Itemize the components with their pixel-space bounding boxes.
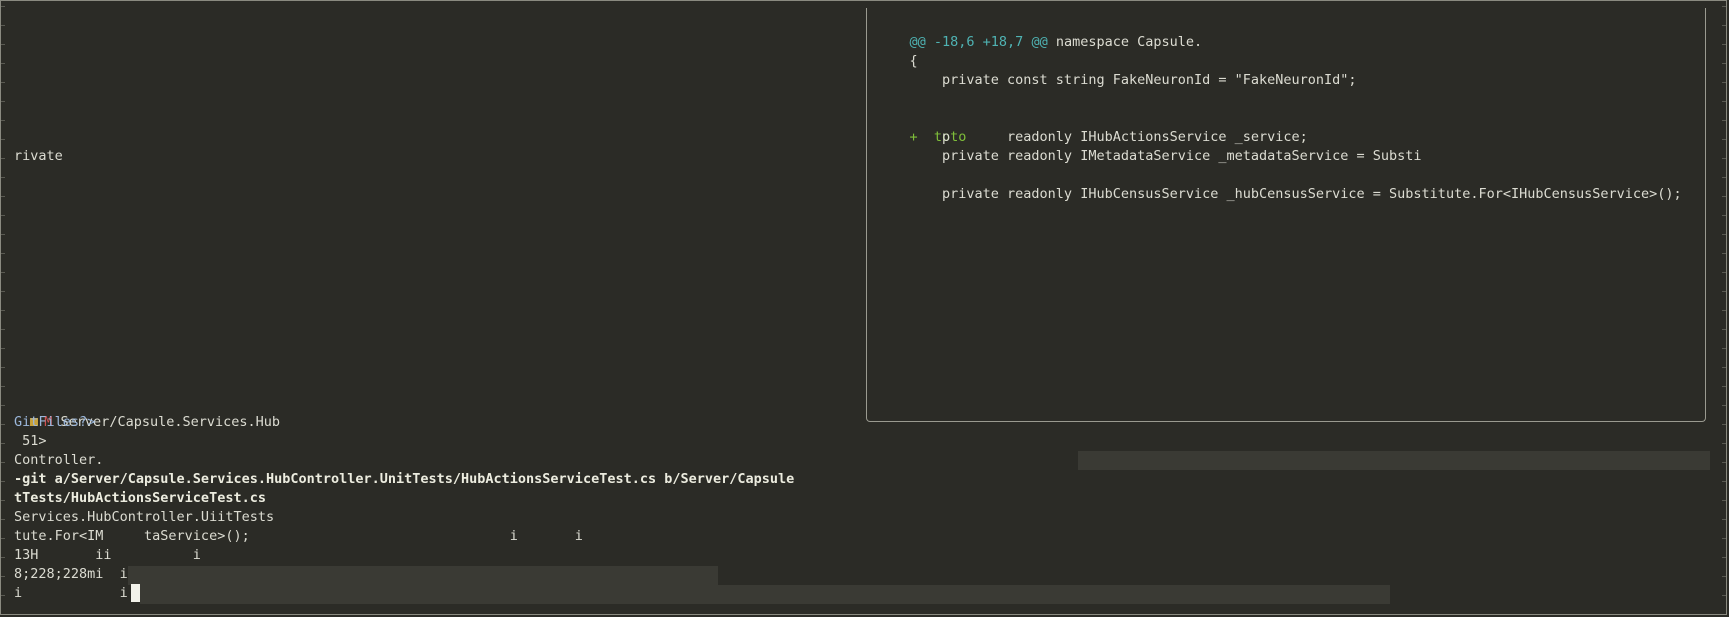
hunk-marker-close: @@ (1031, 34, 1048, 50)
diff-line-added: + toto (877, 109, 967, 145)
diff-header-line-2: tTests/HubActionsServiceTest.cs (14, 490, 266, 506)
escape-text: 8;228;228mi i (14, 566, 128, 582)
left-gutter (1, 6, 5, 606)
status-line: M Server/Capsule.Services.Hub (14, 394, 280, 430)
gitfiles-link[interactable]: GitFiles?> (14, 413, 95, 432)
right-gutter (1722, 6, 1726, 606)
controller-text: Controller. (14, 452, 104, 468)
services-text: Services.HubController.UiitTests (14, 509, 275, 525)
diff-line-fake-neuron: private const string FakeNeuronId = "Fak… (877, 72, 1357, 88)
h13-text: 13H ii i (14, 547, 201, 563)
hunk-range: -18,6 +18,7 (925, 34, 1032, 50)
highlight-band-2 (128, 566, 718, 585)
diff-line-metadata: private readonly IMetadataService _metad… (877, 148, 1422, 164)
text-rivate: rivate (14, 148, 63, 164)
diff-line-service: p readonly IHubActionsService _service; (877, 129, 1308, 145)
hunk-marker-open: @@ (909, 34, 926, 50)
count-text: 51> (14, 433, 47, 449)
hunk-header: @@ -18,6 +18,7 @@ namespace Capsule. (877, 14, 1203, 50)
diff-preview-popup: @@ -18,6 +18,7 @@ namespace Capsule. { p… (866, 8, 1706, 422)
last-text: i i (14, 585, 128, 601)
highlight-band-1 (1078, 451, 1710, 470)
highlight-band-3 (140, 585, 1390, 604)
terminal-cursor[interactable] (131, 584, 140, 602)
diff-line-brace: { (877, 53, 918, 69)
diff-header-line-1: -git a/Server/Capsule.Services.HubContro… (14, 471, 795, 487)
hunk-context: namespace Capsule. (1047, 34, 1203, 50)
diff-line-census: private readonly IHubCensusService _hubC… (877, 186, 1682, 202)
tute-text: tute.For<IM taService>(); i i (14, 528, 583, 544)
